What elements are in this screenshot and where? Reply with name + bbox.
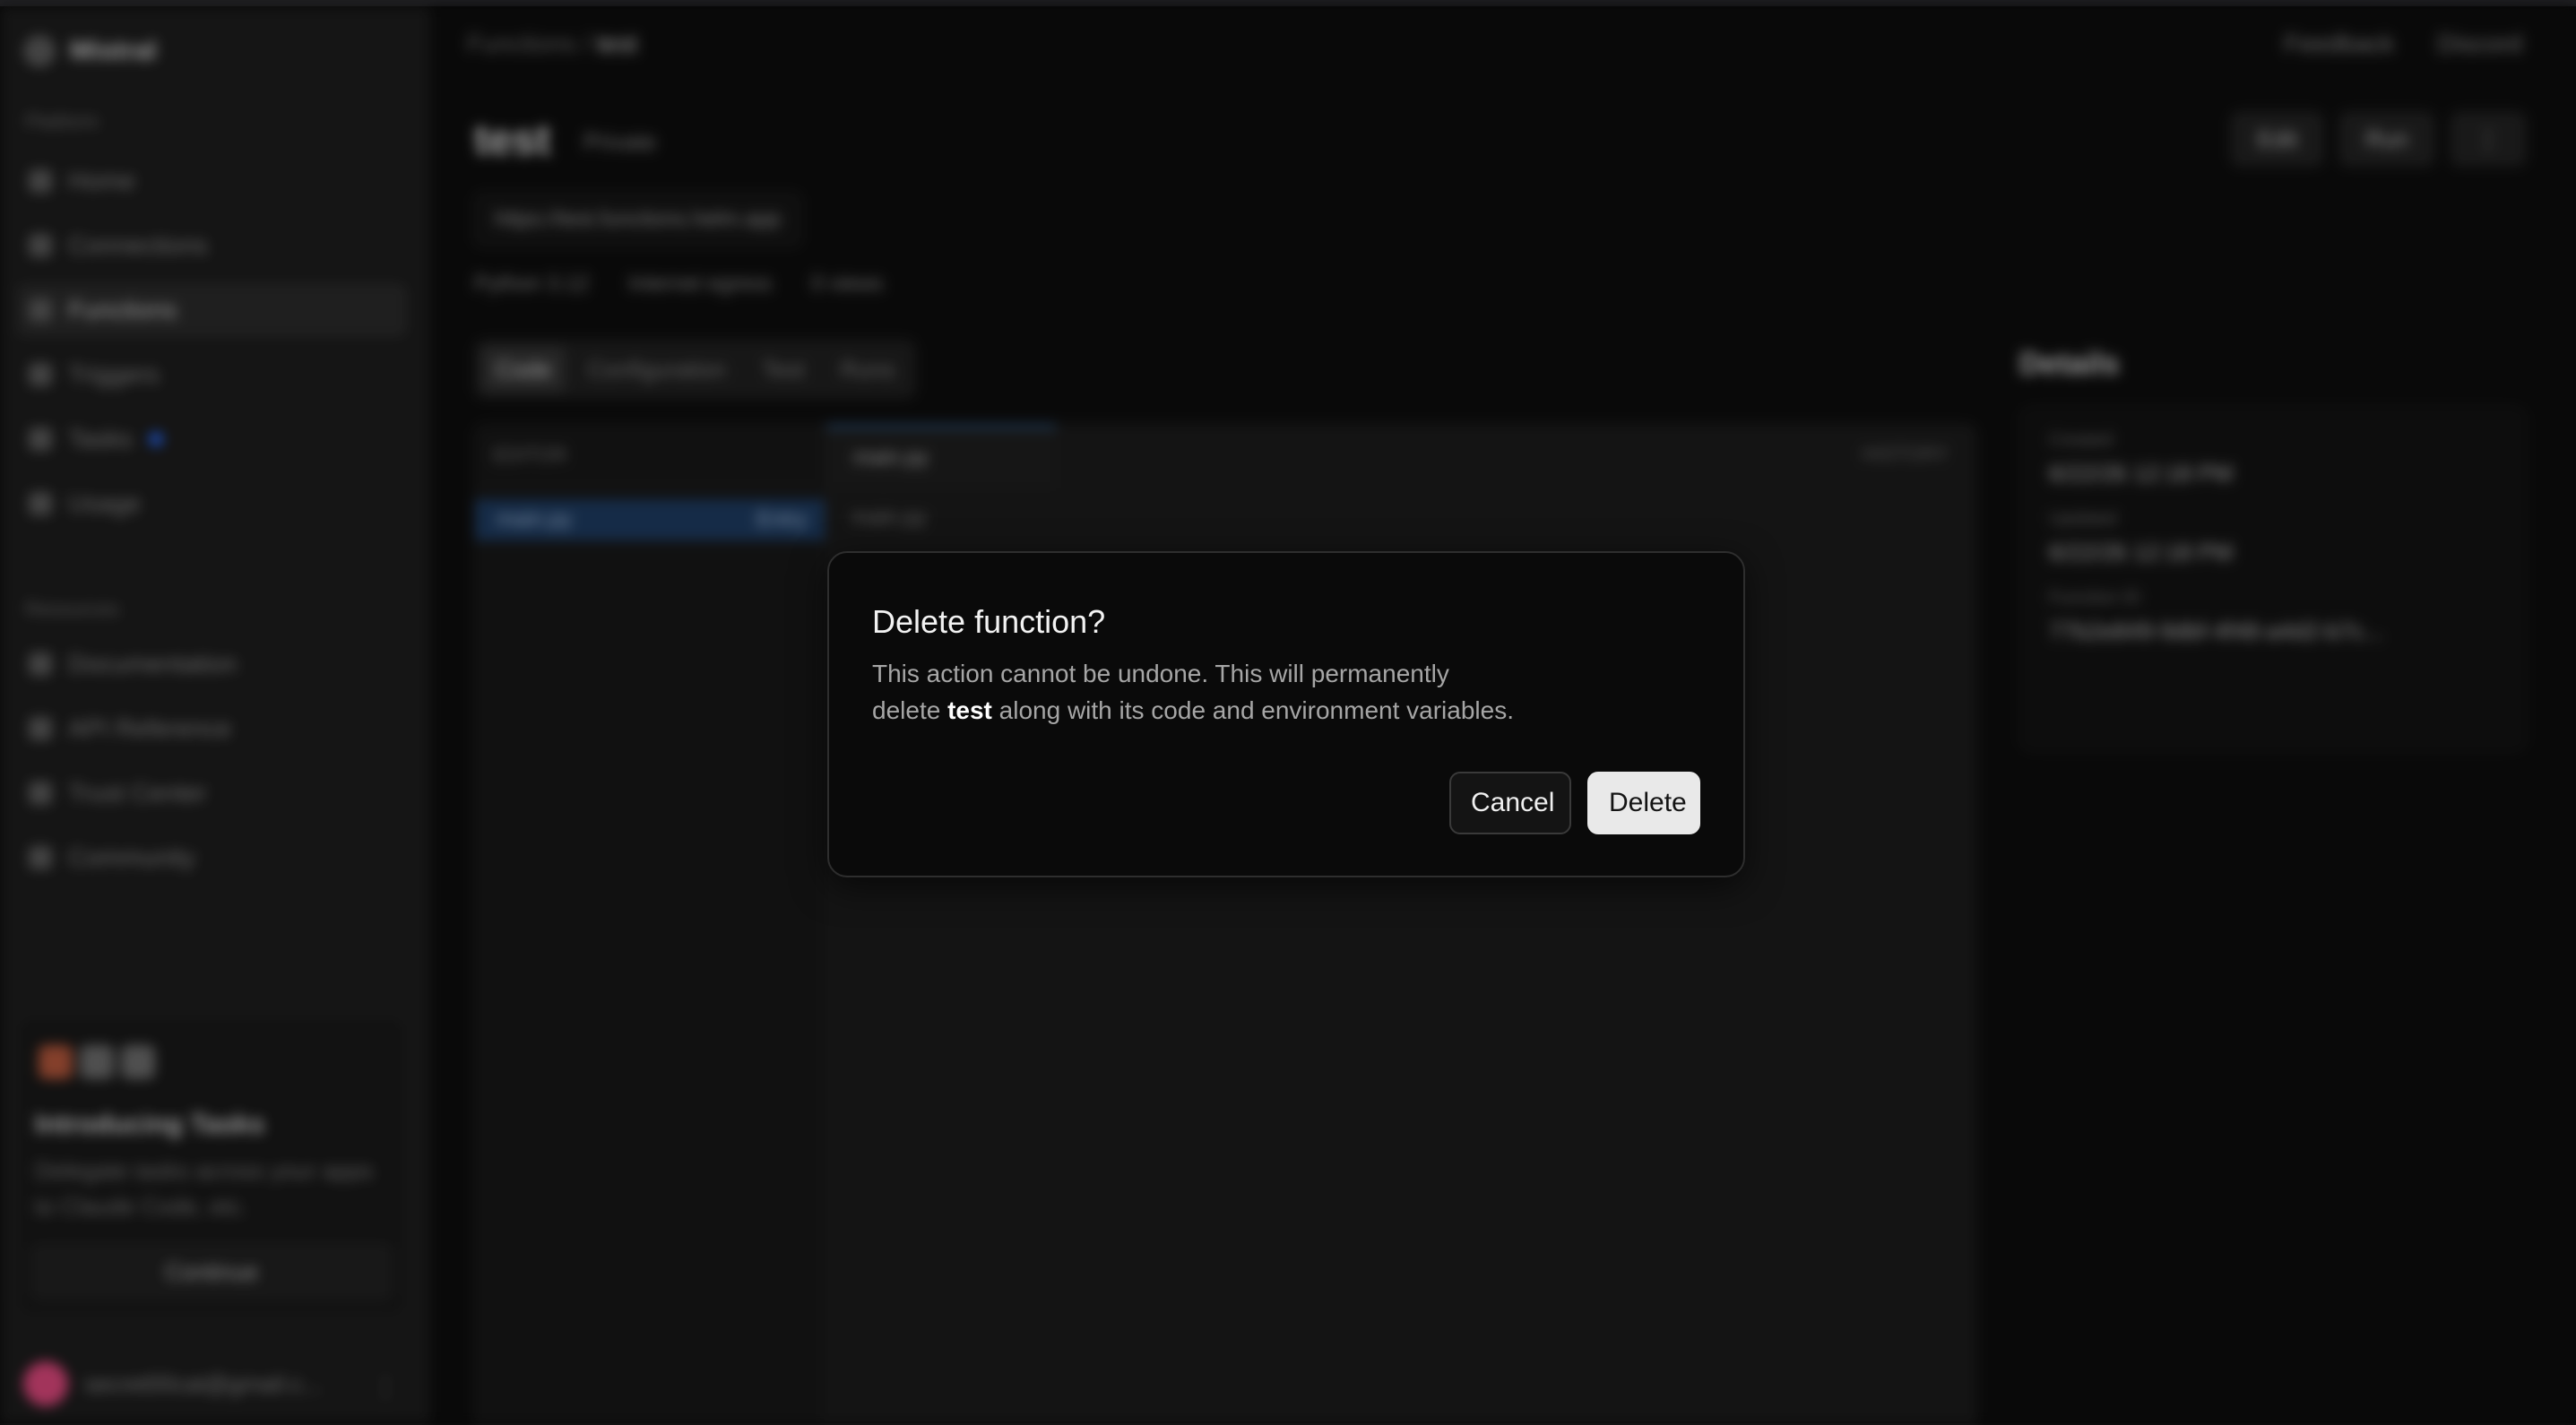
dialog-title: Delete function? [872, 603, 1106, 640]
dialog-actions: Cancel Delete [1449, 772, 1700, 834]
cancel-button[interactable]: Cancel [1449, 772, 1571, 834]
delete-function-dialog: Delete function? This action cannot be u… [827, 551, 1745, 877]
dialog-body-prefix: delete [872, 696, 941, 724]
delete-button[interactable]: Delete [1587, 772, 1700, 834]
function-name: test [947, 696, 992, 724]
dialog-description: This action cannot be undone. This will … [872, 655, 1607, 729]
dialog-body-suffix: along with its code and environment vari… [998, 696, 1514, 724]
dialog-body-line1: This action cannot be undone. This will … [872, 660, 1449, 687]
